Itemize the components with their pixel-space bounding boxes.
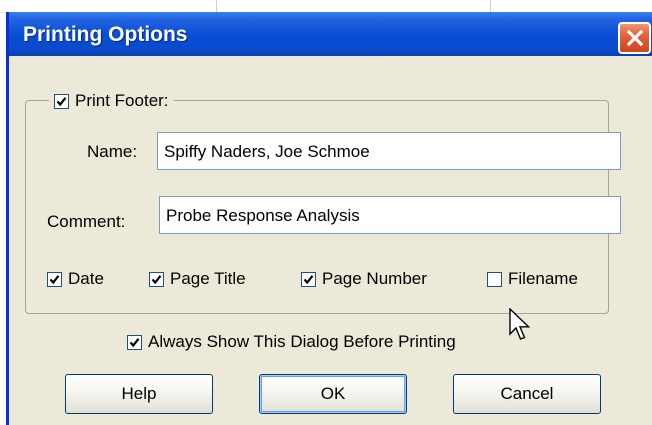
- date-checkbox[interactable]: [47, 271, 62, 287]
- page-title-checkbox[interactable]: [149, 271, 164, 287]
- page-number-label: Page Number: [322, 269, 427, 288]
- page-title-option[interactable]: Page Title: [149, 269, 246, 289]
- print-footer-checkbox-row[interactable]: Print Footer:: [49, 90, 174, 112]
- checkmark-icon: [49, 274, 60, 284]
- filename-option[interactable]: Filename: [487, 269, 578, 289]
- comment-label: Comment:: [47, 212, 126, 231]
- comment-input[interactable]: [159, 196, 621, 234]
- filename-label: Filename: [508, 269, 578, 288]
- page-title-label: Page Title: [170, 269, 246, 288]
- cancel-button[interactable]: Cancel: [453, 374, 601, 414]
- filename-checkbox[interactable]: [487, 271, 502, 287]
- name-label: Name:: [87, 142, 138, 161]
- mouse-pointer-icon: [509, 307, 531, 347]
- close-button[interactable]: [618, 22, 651, 54]
- ok-button[interactable]: OK: [259, 374, 407, 414]
- date-label: Date: [68, 269, 104, 288]
- page-number-option[interactable]: Page Number: [301, 269, 427, 289]
- print-footer-label: Print Footer:: [75, 91, 169, 110]
- page-number-checkbox[interactable]: [301, 271, 316, 287]
- printing-options-dialog: Printing Options Print Footer: Name: Com…: [6, 12, 652, 425]
- background-divider: [216, 0, 217, 12]
- date-option[interactable]: Date: [47, 269, 104, 289]
- close-icon: [626, 29, 644, 47]
- always-show-label: Always Show This Dialog Before Printing: [148, 332, 456, 351]
- help-button[interactable]: Help: [65, 374, 213, 414]
- background-divider: [490, 0, 491, 12]
- checkmark-icon: [129, 337, 140, 347]
- title-bar[interactable]: Printing Options: [9, 12, 652, 56]
- checkmark-icon: [303, 274, 314, 284]
- always-show-checkbox[interactable]: [127, 334, 142, 350]
- always-show-option[interactable]: Always Show This Dialog Before Printing: [127, 332, 456, 352]
- print-footer-checkbox[interactable]: [54, 93, 69, 109]
- dialog-title: Printing Options: [23, 23, 188, 46]
- name-input[interactable]: [157, 132, 621, 170]
- checkmark-icon: [56, 96, 67, 106]
- checkmark-icon: [151, 274, 162, 284]
